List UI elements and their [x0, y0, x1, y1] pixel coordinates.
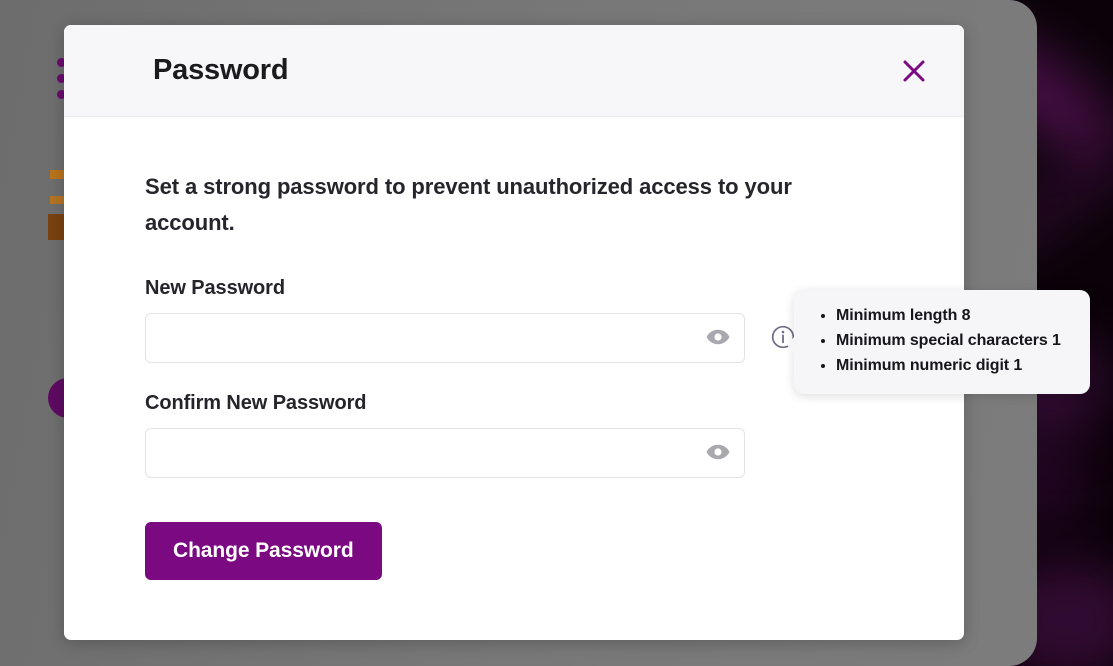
new-password-label: New Password: [145, 277, 285, 300]
new-password-input[interactable]: [145, 313, 745, 364]
modal-header: Password: [64, 25, 964, 117]
confirm-password-input-wrap: [145, 428, 745, 479]
new-password-row: [145, 313, 883, 364]
modal-footer: Change Password: [64, 478, 964, 581]
password-rules-tooltip: Minimum length 8 Minimum special charact…: [787, 290, 1090, 395]
password-rule-item: Minimum numeric digit 1: [836, 354, 1072, 379]
password-modal: Password Set a strong password to preven…: [64, 25, 1090, 640]
page-title: Password: [153, 54, 289, 86]
new-password-visibility-toggle[interactable]: [703, 323, 733, 353]
new-password-field-block: New Password: [145, 277, 883, 364]
modal-description: Set a strong password to prevent unautho…: [145, 174, 792, 235]
confirm-password-field-block: Confirm New Password: [145, 392, 883, 479]
confirm-password-row: [145, 428, 883, 479]
confirm-password-input[interactable]: [145, 428, 745, 479]
close-x-icon: [901, 58, 927, 84]
eye-icon: [705, 439, 731, 468]
confirm-password-label: Confirm New Password: [145, 392, 367, 415]
password-rules-list: Minimum length 8 Minimum special charact…: [816, 304, 1072, 378]
change-password-button[interactable]: Change Password: [145, 522, 382, 581]
password-rule-item: Minimum length 8: [836, 304, 1072, 329]
confirm-password-visibility-toggle[interactable]: [703, 438, 733, 468]
password-rule-item: Minimum special characters 1: [836, 329, 1072, 354]
close-button[interactable]: [894, 51, 934, 91]
new-password-input-wrap: [145, 313, 745, 364]
eye-icon: [705, 324, 731, 353]
